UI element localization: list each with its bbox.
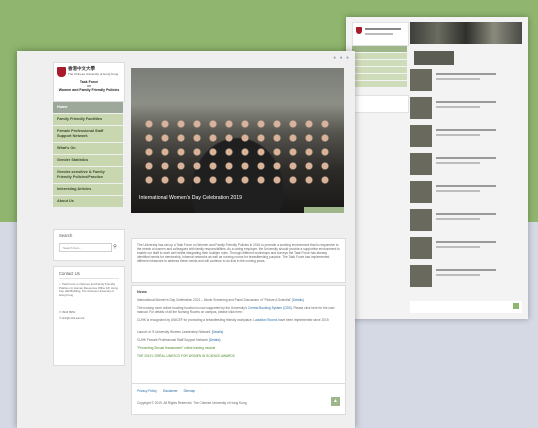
home-page: ● ● ● 香港中文大學 The Chinese University of H… [17,51,355,428]
next-slide-button[interactable]: › [325,212,343,213]
divider [59,278,119,279]
news-item[interactable]: "Preventing Sexual Harassment" online tr… [137,346,337,350]
contact-address: ⌖Task Force on Women and Family Friendly… [59,282,118,297]
hero-photo-crowd [139,116,336,186]
site-logo[interactable]: 香港中文大學 The Chinese University of Hong Ko… [53,62,125,102]
preview-logo [352,22,409,46]
nav-item-staff-support-network[interactable]: Female Professional Staff Support Networ… [53,126,123,142]
news-title: News [137,290,147,294]
news-item[interactable]: International Women's Day Celebration 20… [137,298,337,302]
search-panel: Search Search here... ⚲ [53,229,125,261]
contact-title: Contact Us [59,271,80,276]
preview-article-list [410,69,522,293]
search-icon[interactable]: ⚲ [111,243,119,252]
news-item[interactable]: CUHK Female Professional Staff Support N… [137,338,337,342]
news-item[interactable]: The nursing room online booking function… [137,306,337,314]
disclaimer-link[interactable]: Disclaimer [163,389,178,393]
privacy-policy-link[interactable]: Privacy Policy [137,389,157,393]
cuhk-crest-icon [57,67,66,77]
nav-item-policies-practice[interactable]: Gender-sensitive & Family Friendly Polic… [53,167,123,183]
back-to-top-icon[interactable]: ▲ [331,397,340,406]
news-item[interactable]: CUHK is recognized by UNICEF for promoti… [137,318,337,322]
window-dots-icon: ● ● ● [333,55,350,61]
nav-item-gender-statistics[interactable]: Gender Statistics [53,155,123,166]
preview-search [352,95,409,113]
footer-links: Privacy Policy Disclaimer Sitemap [137,389,200,393]
task-force-title: Task Force on Women and Family Friendly … [58,80,120,92]
preview-photo [414,51,454,65]
intro-panel: The University has set up a Task Force o… [131,238,346,283]
main-nav: Home Family Friendly Facilities Female P… [53,102,123,208]
contact-panel: Contact Us ⌖Task Force on Women and Fami… [53,266,125,366]
footer: Privacy Policy Disclaimer Sitemap Copyri… [131,383,346,415]
news-item[interactable]: THE 2019 L'ORÉAL-UNESCO FOR WOMEN IN SCI… [137,354,337,358]
news-item[interactable]: Launch of 'It University Women Leadershi… [137,330,337,334]
nav-item-interesting-articles[interactable]: Interesting Articles [53,184,123,195]
full-page-preview [346,17,528,319]
search-title: Search [59,233,73,238]
sitemap-link[interactable]: Sitemap [184,389,196,393]
contact-phone: ✆3943 8954 [59,310,76,314]
preview-nav [352,46,407,88]
nav-item-family-friendly-facilities[interactable]: Family Friendly Facilities [53,114,123,125]
nav-item-home[interactable]: Home [53,102,123,113]
slide-controls: ‹ › [304,207,344,213]
prev-slide-button[interactable]: ‹ [306,212,324,213]
university-name-en: The Chinese University of Hong Kong [68,72,119,76]
nav-item-about-us[interactable]: About Us [53,196,123,207]
copyright: Copyright © 2019. All Rights Reserved. T… [137,401,247,405]
preview-banner-photo [410,22,522,44]
intro-text: The University has set up a Task Force o… [137,243,340,263]
preview-footer [410,301,522,313]
nav-item-whats-on[interactable]: What's On [53,143,123,154]
search-input[interactable]: Search here... [59,243,112,252]
hero-slideshow: International Women's Day Celebration 20… [131,68,344,213]
contact-email[interactable]: ✉ohk@cuhk.edu.hk [59,316,119,321]
hero-caption: International Women's Day Celebration 20… [139,195,242,201]
